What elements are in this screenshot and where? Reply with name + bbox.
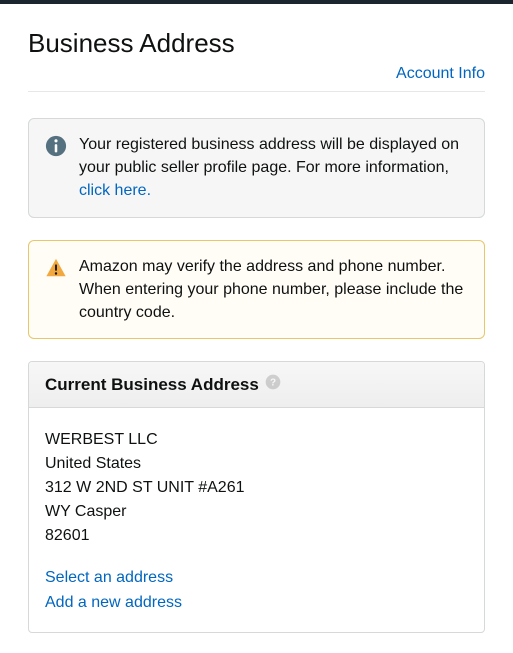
info-alert: Your registered business address will be… xyxy=(28,118,485,218)
info-alert-text: Your registered business address will be… xyxy=(79,133,468,203)
info-icon xyxy=(45,135,67,157)
account-info-row: Account Info xyxy=(28,65,485,92)
panel-body: WERBEST LLC United States 312 W 2ND ST U… xyxy=(29,408,484,632)
page-title: Business Address xyxy=(28,28,485,59)
info-alert-link[interactable]: click here. xyxy=(79,182,151,199)
svg-text:?: ? xyxy=(270,377,276,388)
address-name: WERBEST LLC xyxy=(45,428,468,452)
panel-header: Current Business Address ? xyxy=(29,362,484,408)
current-address-panel: Current Business Address ? WERBEST LLC U… xyxy=(28,361,485,633)
info-alert-text-before: Your registered business address will be… xyxy=(79,136,459,176)
warning-icon xyxy=(45,257,67,279)
address-region: WY Casper xyxy=(45,500,468,524)
warning-alert-text: Amazon may verify the address and phone … xyxy=(79,255,468,325)
warning-alert: Amazon may verify the address and phone … xyxy=(28,240,485,340)
page-container: Business Address Account Info Your regis… xyxy=(0,4,513,653)
address-street: 312 W 2ND ST UNIT #A261 xyxy=(45,476,468,500)
address-postal: 82601 xyxy=(45,524,468,548)
add-address-link[interactable]: Add a new address xyxy=(45,591,468,616)
panel-header-title: Current Business Address xyxy=(45,375,259,395)
help-icon[interactable]: ? xyxy=(265,374,281,395)
select-address-link[interactable]: Select an address xyxy=(45,566,468,591)
address-country: United States xyxy=(45,452,468,476)
account-info-link[interactable]: Account Info xyxy=(396,65,485,82)
panel-actions: Select an address Add a new address xyxy=(45,566,468,616)
